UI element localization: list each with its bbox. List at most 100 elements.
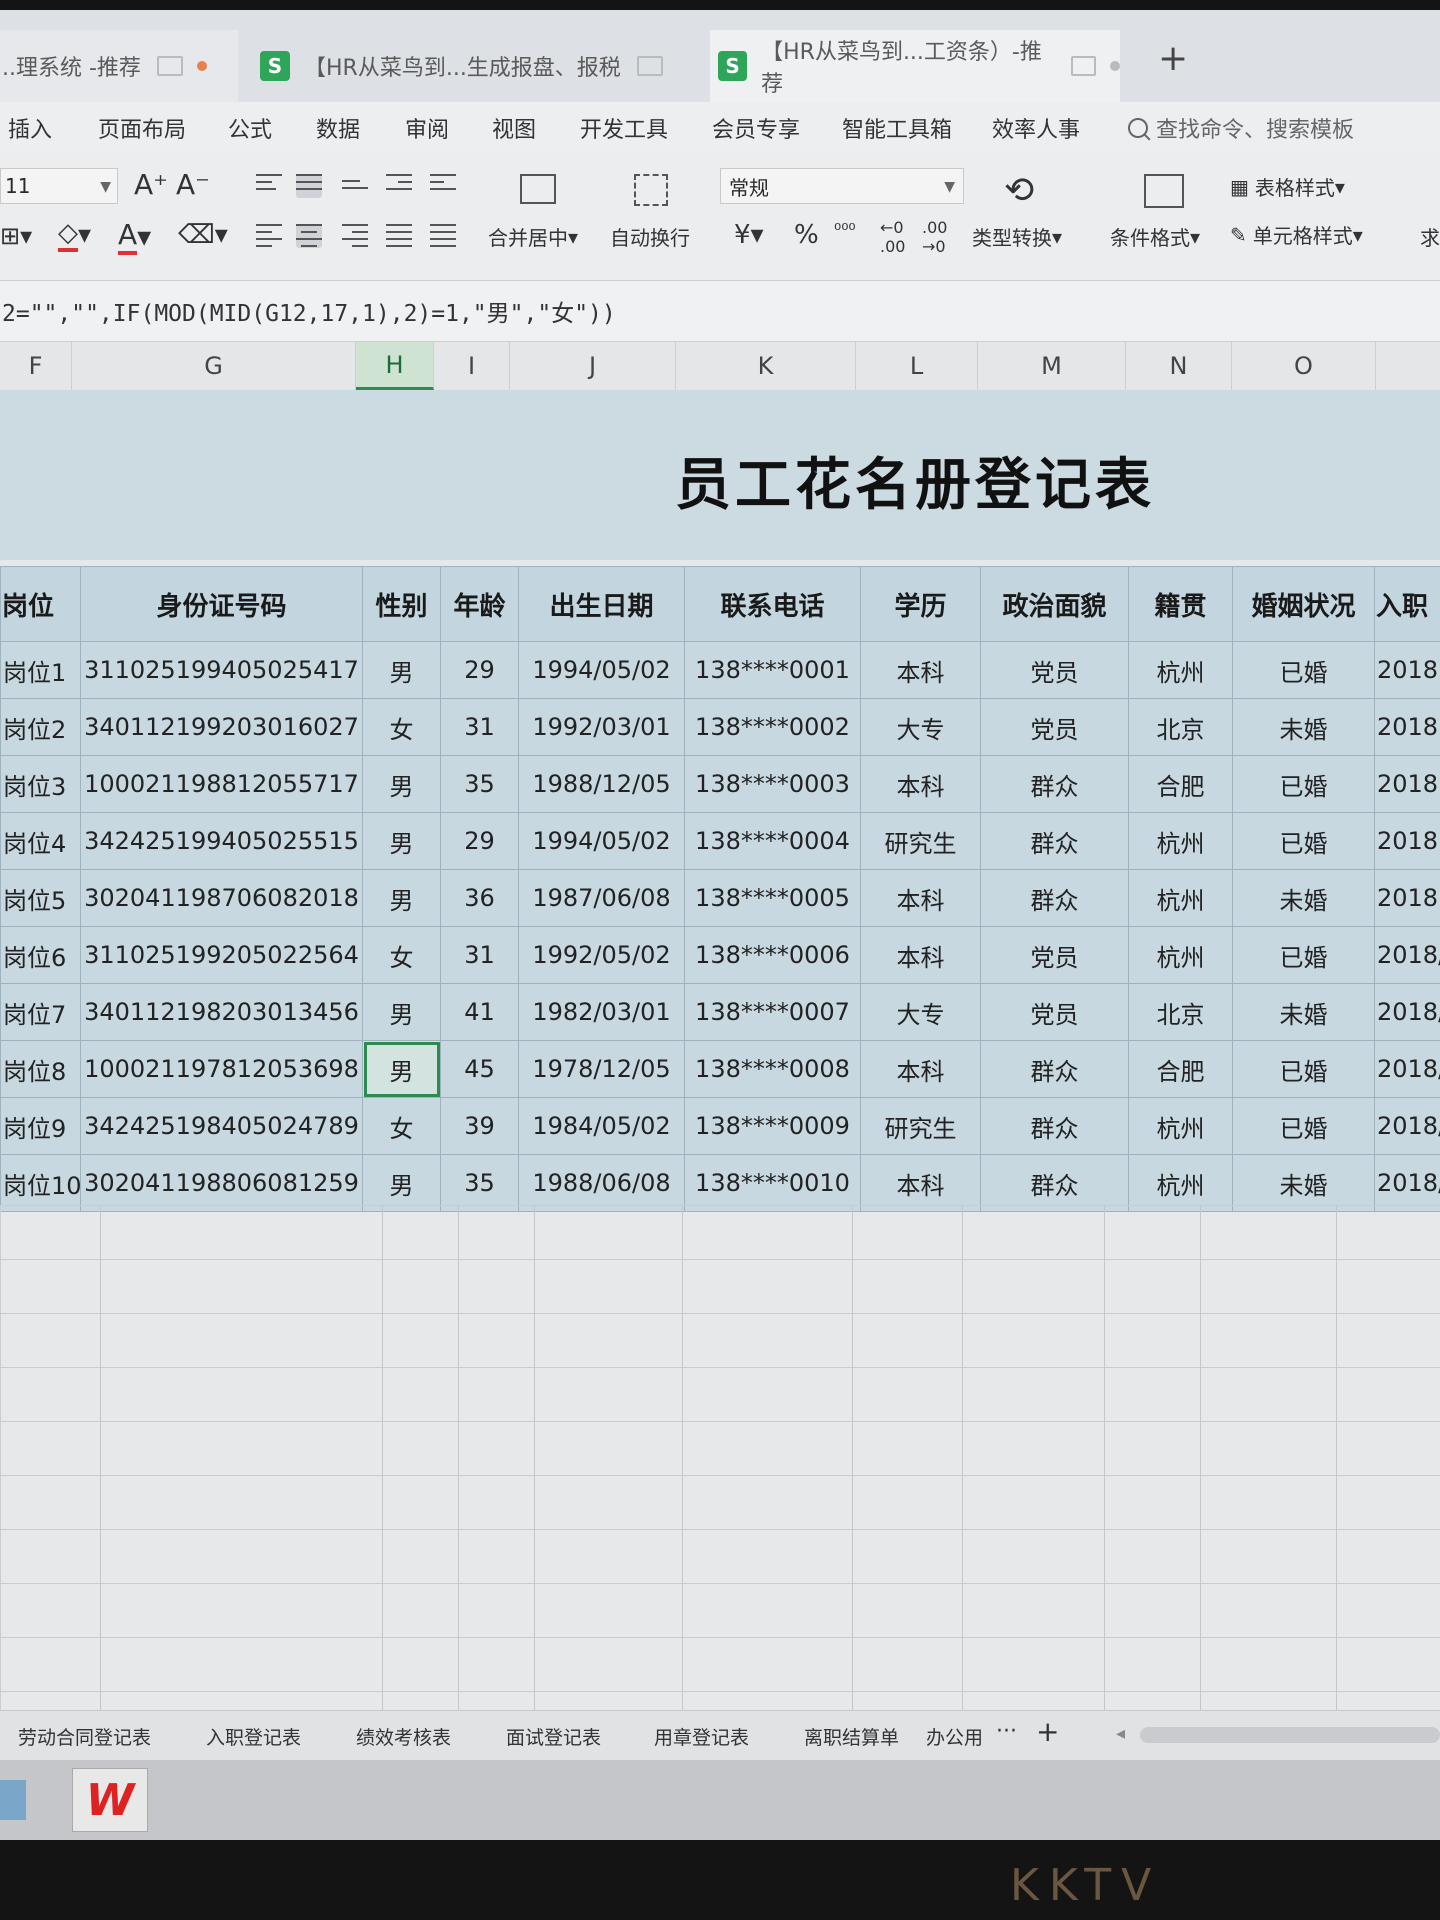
cell-birth-date[interactable]: 1978/12/05 (518, 1040, 685, 1098)
cell-position[interactable]: 岗位1 (0, 641, 81, 699)
new-tab-button[interactable]: + (1158, 38, 1188, 79)
cell-marital-status[interactable]: 未婚 (1232, 983, 1375, 1041)
cell-age[interactable]: 39 (440, 1097, 519, 1155)
menu-page-layout[interactable]: 页面布局 (98, 112, 186, 144)
cell-birth-date[interactable]: 1992/05/02 (518, 926, 685, 984)
cell-phone[interactable]: 138****0001 (684, 641, 861, 699)
menu-smart-toolbox[interactable]: 智能工具箱 (842, 112, 952, 144)
cell-phone[interactable]: 138****0005 (684, 869, 861, 927)
decrease-font-icon[interactable]: A⁻ (176, 168, 210, 201)
cell-birth-date[interactable]: 1994/05/02 (518, 641, 685, 699)
cell-political-status[interactable]: 群众 (980, 812, 1129, 870)
cell-age[interactable]: 35 (440, 755, 519, 813)
cell-hometown[interactable]: 合肥 (1128, 1040, 1233, 1098)
fill-color-icon[interactable]: ◇ ▾ (58, 218, 91, 252)
cell-age[interactable]: 31 (440, 698, 519, 756)
cell-hire-date[interactable]: 2018 (1374, 755, 1440, 813)
font-color-icon[interactable]: A ▾ (118, 218, 151, 255)
cell-position[interactable]: 岗位5 (0, 869, 81, 927)
cell-id-number[interactable]: 340112199203016027 (80, 698, 363, 756)
sheet-tab-onboarding[interactable]: 入职登记表 (206, 1723, 301, 1750)
menu-member[interactable]: 会员专享 (712, 112, 800, 144)
menu-data[interactable]: 数据 (316, 112, 360, 144)
cell-hometown[interactable]: 北京 (1128, 983, 1233, 1041)
cell-hometown[interactable]: 北京 (1128, 698, 1233, 756)
cell-marital-status[interactable]: 未婚 (1232, 698, 1375, 756)
menu-view[interactable]: 视图 (492, 112, 536, 144)
menu-formula[interactable]: 公式 (228, 112, 272, 144)
cell-gender[interactable]: 男 (362, 641, 441, 699)
menu-insert[interactable]: 插入 (8, 112, 52, 144)
cell-style-button[interactable]: ✎ 单元格样式 ▾ (1230, 220, 1363, 249)
cell-hire-date[interactable]: 2018. (1374, 812, 1440, 870)
align-middle-icon[interactable] (296, 174, 322, 198)
cell-education[interactable]: 大专 (860, 698, 981, 756)
cell-age[interactable]: 29 (440, 641, 519, 699)
thousands-icon[interactable]: ⁰⁰⁰ (834, 220, 856, 241)
cell-education[interactable]: 研究生 (860, 1097, 981, 1155)
sheet-tab-interview[interactable]: 面试登记表 (506, 1723, 601, 1750)
cell-hire-date[interactable]: 2018/ (1374, 1097, 1440, 1155)
cell-phone[interactable]: 138****0009 (684, 1097, 861, 1155)
border-icon[interactable]: ⊞▾ (0, 222, 32, 250)
cell-education[interactable]: 本科 (860, 641, 981, 699)
cell-phone[interactable]: 138****0010 (684, 1154, 861, 1212)
cell-phone[interactable]: 138****0002 (684, 698, 861, 756)
align-left-icon[interactable] (256, 224, 282, 248)
cell-age[interactable]: 29 (440, 812, 519, 870)
cell-phone[interactable]: 138****0003 (684, 755, 861, 813)
cell-age[interactable]: 45 (440, 1040, 519, 1098)
header-id-number[interactable]: 身份证号码 (80, 566, 363, 642)
cell-birth-date[interactable]: 1984/05/02 (518, 1097, 685, 1155)
header-hire-date[interactable]: 入职 (1374, 566, 1440, 642)
cell-position[interactable]: 岗位10 (0, 1154, 81, 1212)
cell-hire-date[interactable]: 2018/ (1374, 1040, 1440, 1098)
cell-birth-date[interactable]: 1992/03/01 (518, 698, 685, 756)
cell-age[interactable]: 36 (440, 869, 519, 927)
formula-input[interactable]: 2="","",IF(MOD(MID(G12,17,1),2)=1,"男","女… (0, 280, 1440, 342)
cell-gender[interactable]: 男 (362, 755, 441, 813)
cell-political-status[interactable]: 群众 (980, 1154, 1129, 1212)
wps-app-button[interactable]: W (72, 1768, 148, 1832)
align-bottom-icon[interactable] (342, 180, 368, 204)
cell-political-status[interactable]: 党员 (980, 926, 1129, 984)
sum-button[interactable]: 求 (1420, 222, 1440, 251)
cell-hire-date[interactable]: 2018/ (1374, 926, 1440, 984)
cell-age[interactable]: 41 (440, 983, 519, 1041)
cell-education[interactable]: 研究生 (860, 812, 981, 870)
cell-hometown[interactable]: 合肥 (1128, 755, 1233, 813)
cell-marital-status[interactable]: 已婚 (1232, 1040, 1375, 1098)
cell-gender[interactable]: 男 (362, 812, 441, 870)
column-header-l[interactable]: L (856, 342, 978, 390)
cell-hire-date[interactable]: 2018 (1374, 698, 1440, 756)
header-phone[interactable]: 联系电话 (684, 566, 861, 642)
table-style-button[interactable]: ▦ 表格样式 ▾ (1230, 172, 1345, 201)
cell-id-number[interactable]: 311025199205022564 (80, 926, 363, 984)
cell-education[interactable]: 本科 (860, 755, 981, 813)
cell-position[interactable]: 岗位6 (0, 926, 81, 984)
menu-developer[interactable]: 开发工具 (580, 112, 668, 144)
tab-hr-tax[interactable]: S 【HR从菜鸟到...生成报盘、报税 (260, 30, 700, 102)
cell-political-status[interactable]: 党员 (980, 641, 1129, 699)
sheet-tab-office[interactable]: 办公用 (926, 1723, 983, 1750)
header-political-status[interactable]: 政治面貌 (980, 566, 1129, 642)
command-search[interactable]: 查找命令、搜索模板 (1128, 112, 1354, 144)
cell-education[interactable]: 本科 (860, 926, 981, 984)
header-birth-date[interactable]: 出生日期 (518, 566, 685, 642)
percent-button[interactable]: % (794, 220, 819, 250)
empty-grid[interactable] (0, 1205, 1440, 1710)
cell-gender[interactable]: 男 (362, 983, 441, 1041)
align-center-icon[interactable] (296, 224, 322, 248)
column-header-f[interactable]: F (0, 342, 72, 390)
more-sheets-button[interactable]: ··· (996, 1719, 1017, 1744)
header-education[interactable]: 学历 (860, 566, 981, 642)
add-sheet-button[interactable]: + (1036, 1715, 1059, 1748)
justify-icon[interactable] (386, 224, 412, 248)
align-right-icon[interactable] (342, 224, 368, 248)
cell-position[interactable]: 岗位3 (0, 755, 81, 813)
increase-decimal-icon[interactable]: ←0.00 (880, 218, 905, 256)
cell-birth-date[interactable]: 1987/06/08 (518, 869, 685, 927)
cell-id-number[interactable]: 342425199405025515 (80, 812, 363, 870)
indent-icon[interactable] (430, 174, 456, 198)
cell-age[interactable]: 31 (440, 926, 519, 984)
